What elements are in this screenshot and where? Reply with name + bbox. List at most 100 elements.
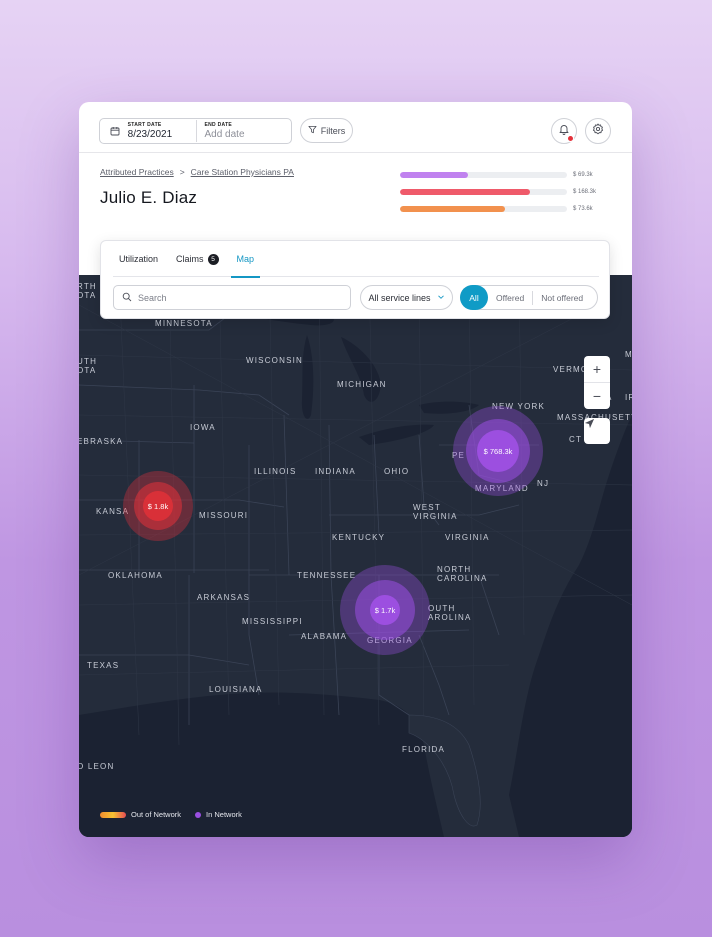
tab-label: Utilization [119,254,159,264]
start-date-label: START DATE [127,122,162,128]
spend-bar-track [400,171,567,178]
map-state-label: MISSOURI [199,511,249,520]
end-date-label: END DATE [204,122,233,128]
filter-offered-option[interactable]: Offered [488,291,532,305]
map-state-label: OKLAHOMA [108,571,163,580]
spend-bar-row: $ 73.6k [400,200,596,217]
service-lines-value: All service lines [368,292,431,303]
page-title: Julio E. Diaz [100,188,198,207]
map-state-label: MISSISSIPPI [242,617,303,626]
spend-bar-track [400,188,567,195]
map-state-label: LOUISIANA [209,685,263,694]
filters-label: Filters [320,125,346,136]
notification-dot [567,135,574,142]
start-date-field[interactable]: START DATE 8/23/2021 [126,122,197,140]
breadcrumb: Attributed Practices > Care Station Phys… [100,167,294,177]
notifications-button[interactable] [551,118,577,144]
spend-bar-value: $ 73.6k [573,205,593,212]
map-state-label: EBRASKA [79,437,124,446]
spend-bar-fill [400,188,531,195]
map-state-label: NJ [537,479,550,488]
map-legend: Out of Network In Network [100,810,242,819]
map-bubble-out-network[interactable]: $ 1.8k [123,471,193,541]
top-bar: START DATE 8/23/2021 END DATE Add date F… [79,102,632,153]
spend-bar-row: $ 69.3k [400,166,596,183]
map-state-label: MINNESOTA [155,319,213,328]
in-network-swatch [195,811,202,818]
legend-in-network: In Network [206,810,242,819]
map-state-label: WEST VIRGINIA [413,503,458,521]
spend-bar-track [400,205,567,212]
map-state-label: INDIANA [315,467,356,476]
claims-count-badge: 5 [207,253,219,265]
breadcrumb-attributed-practices[interactable]: Attributed Practices [100,167,174,177]
breadcrumb-separator: > [179,167,185,177]
map-state-label: TEXAS [87,661,120,670]
search-field[interactable] [113,285,351,310]
calendar-icon [104,126,126,136]
map-state-label: ARKANSAS [197,593,251,602]
filter-not-offered-option[interactable]: Not offered [532,290,591,305]
zoom-out-button[interactable]: − [584,382,610,408]
settings-button[interactable] [585,118,611,144]
tab-claims[interactable]: Claims 5 [170,241,225,277]
breadcrumb-practice[interactable]: Care Station Physicians PA [191,167,294,177]
map-state-label: NORTH CAROLINA [437,565,488,583]
map-bubble-in-network[interactable]: $ 768.3k [453,406,543,496]
map-state-label: M [625,350,632,359]
map-state-label: OUTH AROLINA [428,604,472,622]
end-date-placeholder: Add date [204,129,245,140]
dashboard-card: START DATE 8/23/2021 END DATE Add date F… [79,102,632,837]
filter-icon [308,125,317,136]
tab-utilization[interactable]: Utilization [113,241,164,277]
tab-map[interactable]: Map [230,241,261,278]
bubble-label: $ 768.3k [483,446,513,456]
map-state-label: RTH OTA [79,282,97,300]
tab-label: Claims [176,254,204,264]
zoom-in-button[interactable]: + [584,356,610,382]
map-state-label: ILLINOIS [254,467,297,476]
date-range-picker[interactable]: START DATE 8/23/2021 END DATE Add date [99,118,292,144]
spend-bar-value: $ 168.3k [573,188,597,195]
end-date-field[interactable]: END DATE Add date [196,120,291,142]
map-bubble-in-network[interactable]: $ 1.7k [340,565,430,655]
map-state-label: O LEON [79,762,115,771]
out-of-network-swatch [100,811,126,818]
spend-bar-value: $ 69.3k [573,171,593,178]
map-state-label: WISCONSIN [246,356,304,365]
tab-label: Map [236,254,255,264]
locate-button[interactable] [584,418,610,444]
map-state-label: KENTUCKY [332,533,386,542]
spend-bars: $ 69.3k $ 168.3k $ 73.6k [400,166,596,217]
spend-bar-fill [400,171,469,178]
map-state-label: CT [569,435,583,444]
zoom-controls: + − [584,356,610,409]
map-state-label: UTH OTA [79,357,98,375]
network-filter-toggle: All Offered Not offered [460,285,598,310]
map-state-label: ALABAMA [301,632,348,641]
map-filter-panel: Utilization Claims 5 Map All service lin… [100,240,610,319]
map-state-label: IRE [625,393,632,402]
search-input[interactable] [138,292,338,303]
search-icon [122,289,132,307]
tab-bar: Utilization Claims 5 Map [113,241,599,278]
bubble-label: $ 1.8k [147,501,169,511]
spend-bar-fill [400,205,506,212]
legend-out-of-network: Out of Network [131,810,182,819]
map-state-label: IOWA [190,423,216,432]
spend-bar-row: $ 168.3k [400,183,596,200]
map-state-label: VIRGINIA [445,533,490,542]
bubble-label: $ 1.7k [374,605,396,615]
map-view[interactable]: RTH OTA MINNESOTA UTH OTA WISCONSIN MICHIGAN… [79,275,632,837]
map-state-label: TENNESSEE [297,571,357,580]
map-state-label: OHIO [384,467,410,476]
service-lines-select[interactable]: All service lines [360,285,453,310]
chevron-down-icon [437,293,445,303]
start-date-value: 8/23/2021 [127,129,173,140]
filter-all-option[interactable]: All [460,285,488,310]
map-base [79,275,632,837]
map-state-label: FLORIDA [402,745,446,754]
map-state-label: MICHIGAN [337,380,387,389]
filters-button[interactable]: Filters [300,118,353,143]
gear-icon [592,122,604,140]
